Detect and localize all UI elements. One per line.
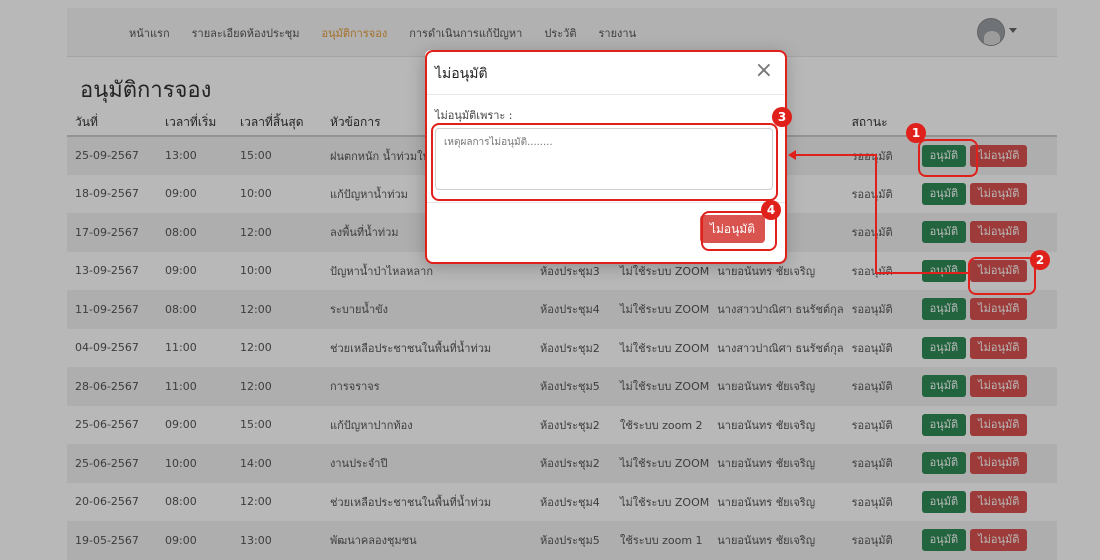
arrow-line-vertical: [875, 154, 877, 274]
approve-highlight: [918, 139, 978, 177]
reason-highlight: [431, 123, 778, 201]
arrow-head-icon: [788, 150, 796, 160]
marker-1: 1: [906, 123, 926, 143]
marker-2: 2: [1030, 250, 1050, 270]
arrow-line-top: [796, 154, 876, 156]
marker-4: 4: [761, 200, 781, 220]
reject-row-highlight: [968, 257, 1036, 295]
marker-3: 3: [772, 107, 792, 127]
arrow-line-bottom: [875, 272, 968, 274]
